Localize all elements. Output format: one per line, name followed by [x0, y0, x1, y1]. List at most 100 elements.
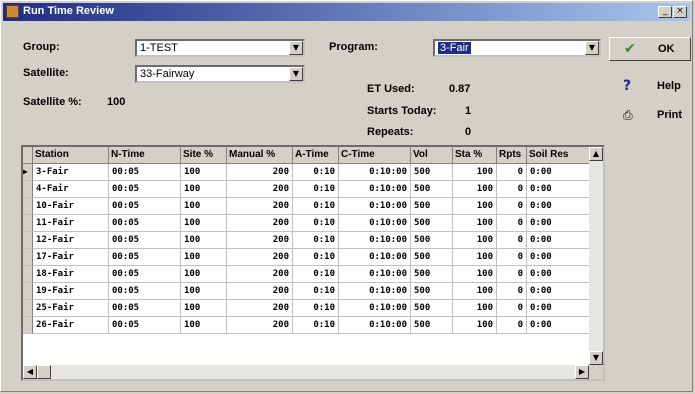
table-cell[interactable]: 100 — [181, 232, 227, 249]
table-cell[interactable]: 3-Fair — [33, 164, 109, 181]
horizontal-scrollbar[interactable]: ◀ ▶ — [23, 365, 589, 379]
table-row[interactable]: 19-Fair 00:05 100 200 0:10 0:10:00 500 100 0 0:00 — [23, 283, 591, 300]
table-cell[interactable]: 100 — [453, 266, 497, 283]
table-cell[interactable]: 0:10:00 — [339, 198, 411, 215]
table-cell[interactable]: 10-Fair — [33, 198, 109, 215]
table-cell[interactable]: 0:10 — [293, 198, 339, 215]
table-cell[interactable]: 0:00 — [527, 317, 591, 334]
table-cell[interactable]: 0:00 — [527, 181, 591, 198]
column-header[interactable]: A-Time — [293, 147, 339, 164]
satellite-select[interactable]: 33-Fairway ▼ — [135, 65, 305, 83]
chevron-down-icon[interactable]: ▼ — [289, 67, 303, 81]
title-bar[interactable]: Run Time Review _ × — [3, 3, 690, 21]
column-header[interactable]: C-Time — [339, 147, 411, 164]
table-cell[interactable]: 500 — [411, 198, 453, 215]
scroll-right-arrow-icon[interactable]: ▶ — [575, 365, 589, 379]
column-header[interactable]: Station — [33, 147, 109, 164]
table-cell[interactable]: 0:00 — [527, 283, 591, 300]
table-cell[interactable]: 0:10:00 — [339, 249, 411, 266]
table-cell[interactable]: 00:05 — [109, 266, 181, 283]
table-cell[interactable]: 0:00 — [527, 198, 591, 215]
table-cell[interactable]: 100 — [181, 317, 227, 334]
table-cell[interactable]: 00:05 — [109, 300, 181, 317]
close-button[interactable]: × — [673, 6, 687, 18]
table-cell[interactable]: 00:05 — [109, 198, 181, 215]
table-cell[interactable]: 200 — [227, 317, 293, 334]
table-cell[interactable]: 18-Fair — [33, 266, 109, 283]
table-cell[interactable]: 0:10:00 — [339, 181, 411, 198]
chevron-down-icon[interactable]: ▼ — [289, 41, 303, 55]
table-cell[interactable]: 0:10:00 — [339, 164, 411, 181]
table-cell[interactable]: 100 — [453, 232, 497, 249]
group-select[interactable]: 1-TEST ▼ — [135, 39, 305, 57]
scroll-down-arrow-icon[interactable]: ▼ — [589, 351, 603, 365]
table-cell[interactable]: 0:10:00 — [339, 283, 411, 300]
table-cell[interactable]: 0:10:00 — [339, 232, 411, 249]
table-cell[interactable]: 0 — [497, 317, 527, 334]
table-cell[interactable]: 500 — [411, 317, 453, 334]
table-cell[interactable]: 0:00 — [527, 266, 591, 283]
table-cell[interactable]: 0:10 — [293, 232, 339, 249]
table-cell[interactable]: 0:10 — [293, 266, 339, 283]
table-row[interactable]: 4-Fair 00:05 100 200 0:10 0:10:00 500 100 0 0:00 — [23, 181, 591, 198]
table-cell[interactable]: 200 — [227, 283, 293, 300]
table-cell[interactable]: 0:10 — [293, 164, 339, 181]
table-row[interactable]: 12-Fair 00:05 100 200 0:10 0:10:00 500 100 0 0:00 — [23, 232, 591, 249]
row-selector[interactable] — [23, 300, 33, 317]
scroll-thumb[interactable] — [37, 365, 51, 379]
column-header[interactable]: Soil Res — [527, 147, 591, 164]
table-cell[interactable]: 200 — [227, 249, 293, 266]
row-selector[interactable] — [23, 283, 33, 300]
table-cell[interactable]: 0 — [497, 283, 527, 300]
table-cell[interactable]: 0:10:00 — [339, 300, 411, 317]
column-header[interactable]: Manual % — [227, 147, 293, 164]
table-cell[interactable]: 0 — [497, 164, 527, 181]
table-cell[interactable]: 0 — [497, 232, 527, 249]
table-cell[interactable]: 00:05 — [109, 181, 181, 198]
table-cell[interactable]: 100 — [181, 181, 227, 198]
table-cell[interactable]: 200 — [227, 215, 293, 232]
table-cell[interactable]: 19-Fair — [33, 283, 109, 300]
table-cell[interactable]: 0:00 — [527, 232, 591, 249]
table-cell[interactable]: 11-Fair — [33, 215, 109, 232]
table-cell[interactable]: 100 — [181, 283, 227, 300]
ok-button[interactable]: ✔ OK — [609, 37, 691, 61]
table-cell[interactable]: 500 — [411, 249, 453, 266]
table-cell[interactable]: 100 — [181, 300, 227, 317]
table-cell[interactable]: 200 — [227, 300, 293, 317]
table-cell[interactable]: 200 — [227, 266, 293, 283]
table-cell[interactable]: 100 — [453, 249, 497, 266]
table-cell[interactable]: 0:10 — [293, 283, 339, 300]
table-cell[interactable]: 100 — [453, 181, 497, 198]
vertical-scrollbar[interactable]: ▲ ▼ — [589, 147, 603, 365]
station-grid[interactable]: Station N-Time Site % Manual % A-Time C-… — [21, 145, 605, 381]
table-row[interactable]: 11-Fair 00:05 100 200 0:10 0:10:00 500 100 0 0:00 — [23, 215, 591, 232]
minimize-button[interactable]: _ — [658, 6, 672, 18]
column-header[interactable]: N-Time — [109, 147, 181, 164]
table-cell[interactable]: 0:10 — [293, 215, 339, 232]
table-cell[interactable]: 200 — [227, 164, 293, 181]
table-cell[interactable]: 12-Fair — [33, 232, 109, 249]
table-cell[interactable]: 0:10 — [293, 249, 339, 266]
table-cell[interactable]: 100 — [453, 164, 497, 181]
table-cell[interactable]: 00:05 — [109, 249, 181, 266]
table-cell[interactable]: 100 — [181, 164, 227, 181]
table-cell[interactable]: 00:05 — [109, 164, 181, 181]
table-cell[interactable]: 0:10:00 — [339, 317, 411, 334]
table-cell[interactable]: 100 — [181, 198, 227, 215]
table-cell[interactable]: 500 — [411, 215, 453, 232]
table-cell[interactable]: 100 — [453, 283, 497, 300]
table-cell[interactable]: 100 — [453, 215, 497, 232]
row-selector[interactable] — [23, 215, 33, 232]
current-row-indicator-icon[interactable]: ▶ — [23, 164, 33, 181]
column-header[interactable]: Vol — [411, 147, 453, 164]
table-cell[interactable]: 00:05 — [109, 232, 181, 249]
row-selector[interactable] — [23, 198, 33, 215]
table-cell[interactable]: 0:00 — [527, 300, 591, 317]
table-cell[interactable]: 00:05 — [109, 317, 181, 334]
table-cell[interactable]: 200 — [227, 181, 293, 198]
table-cell[interactable]: 500 — [411, 232, 453, 249]
chevron-down-icon[interactable]: ▼ — [585, 41, 599, 55]
table-row[interactable]: 17-Fair 00:05 100 200 0:10 0:10:00 500 100 0 0:00 — [23, 249, 591, 266]
table-cell[interactable]: 0 — [497, 249, 527, 266]
